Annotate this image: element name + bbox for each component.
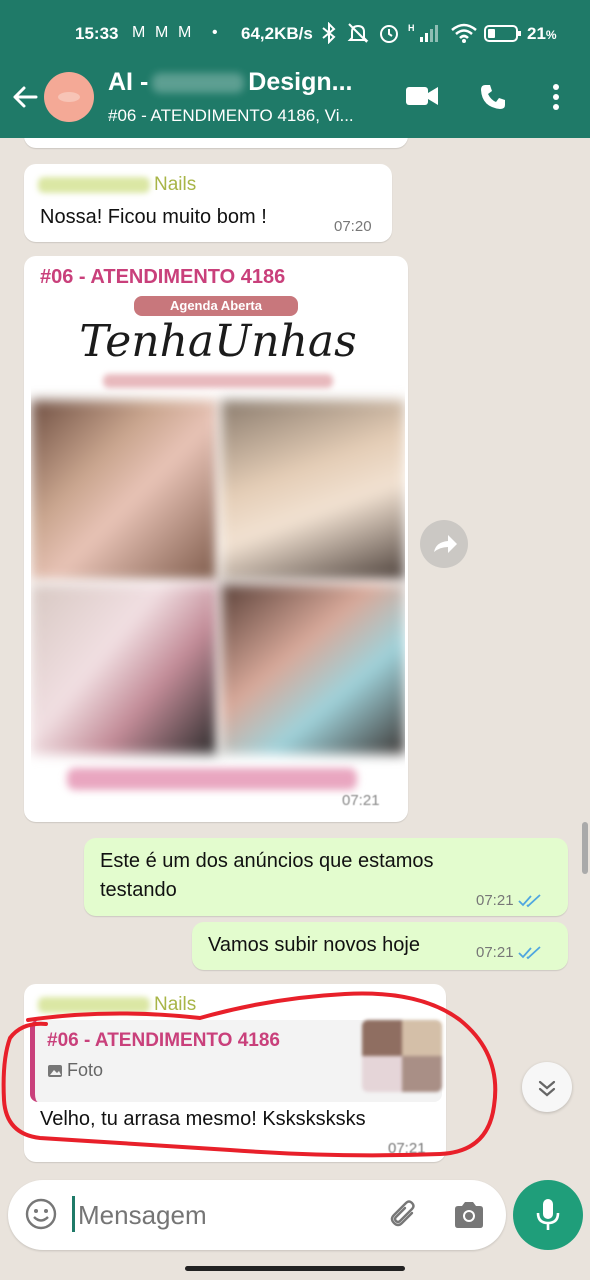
- more-vert-icon[interactable]: [548, 82, 564, 112]
- message-time: 07:21: [476, 944, 542, 961]
- message-text: Este é um dos anúncios que estamos: [100, 850, 434, 872]
- nail-photo: [221, 584, 405, 754]
- message-bubble[interactable]: Vamos subir novos hoje 07:21: [192, 922, 568, 970]
- message-composer: [8, 1180, 506, 1250]
- nail-photo: [31, 400, 217, 580]
- message-bubble[interactable]: #06 - ATENDIMENTO 4186 Agenda Aberta Ten…: [24, 256, 408, 822]
- video-call-icon[interactable]: [404, 82, 440, 110]
- bluetooth-icon: [322, 22, 336, 44]
- notification-dot: •: [212, 24, 218, 41]
- double-check-icon: [517, 946, 541, 960]
- back-arrow-icon[interactable]: [10, 82, 40, 112]
- quoted-message[interactable]: #06 - ATENDIMENTO 4186 Foto: [30, 1020, 442, 1102]
- emoji-icon[interactable]: [24, 1197, 58, 1231]
- status-bar: 15:33 M M M • 64,2KB/s H 21%: [0, 22, 590, 48]
- quoted-thumbnail: [362, 1020, 442, 1092]
- brand-tagline: [103, 374, 333, 388]
- quoted-title: #06 - ATENDIMENTO 4186: [47, 1030, 281, 1051]
- chat-title[interactable]: AI - Design...: [108, 68, 352, 97]
- message-sender: Nails: [38, 174, 196, 196]
- message-time: 07:20: [334, 218, 372, 235]
- double-check-icon: [517, 894, 541, 908]
- camera-icon[interactable]: [452, 1198, 486, 1232]
- nail-photo: [221, 400, 405, 580]
- wifi-icon: [451, 23, 477, 43]
- signal-icon: H: [408, 23, 438, 42]
- avatar[interactable]: [44, 72, 94, 122]
- message-text: Velho, tu arrasa mesmo! Ksksksksks: [40, 1108, 366, 1130]
- mute-icon: [347, 23, 369, 43]
- message-time: 07:21: [388, 1140, 426, 1157]
- message-input[interactable]: [78, 1200, 378, 1231]
- message-time: 07:21: [476, 892, 542, 909]
- mic-icon: [536, 1199, 560, 1230]
- text-caret: [72, 1196, 75, 1232]
- network-speed: 64,2KB/s: [241, 24, 313, 43]
- attach-icon[interactable]: [388, 1198, 422, 1232]
- svg-text:H: H: [408, 23, 415, 33]
- nail-photo: [31, 584, 217, 754]
- redacted-name: [152, 73, 245, 94]
- battery-percent: 21%: [527, 24, 557, 43]
- status-time: 15:33: [75, 24, 119, 43]
- quoted-type: Foto: [47, 1060, 103, 1081]
- message-bubble[interactable]: Este é um dos anúncios que estamos testa…: [84, 838, 568, 916]
- message-list[interactable]: Nails Nossa! Ficou muito bom ! 07:20 #06…: [0, 138, 590, 1178]
- alarm-icon: [380, 25, 398, 43]
- brand-logo: TenhaUnhas: [79, 316, 357, 367]
- forward-icon: [434, 535, 457, 553]
- forward-button[interactable]: [420, 520, 468, 568]
- mic-button[interactable]: [513, 1180, 583, 1250]
- scroll-down-button[interactable]: [522, 1062, 572, 1112]
- message-text: testando: [100, 879, 177, 901]
- message-bubble[interactable]: Nails Nossa! Ficou muito bom ! 07:20: [24, 164, 392, 242]
- image-icon: [48, 1065, 62, 1078]
- message-time: 07:21: [342, 792, 380, 809]
- message-text: Vamos subir novos hoje: [208, 934, 420, 956]
- message-sender: Nails: [38, 994, 196, 1016]
- scrollbar[interactable]: [582, 822, 588, 874]
- message-text: Nossa! Ficou muito bom !: [40, 206, 267, 228]
- message-bubble[interactable]: Nails #06 - ATENDIMENTO 4186 Foto Velho,…: [24, 984, 446, 1162]
- agenda-badge: Agenda Aberta: [134, 296, 298, 316]
- notification-icon: M: [155, 24, 169, 41]
- app-bar: AI - Design... #06 - ATENDIMENTO 4186, Vi…: [0, 60, 590, 134]
- chat-subtitle[interactable]: #06 - ATENDIMENTO 4186, Vi...: [108, 106, 354, 126]
- ad-heading: #06 - ATENDIMENTO 4186: [40, 266, 286, 288]
- notification-icon: M: [132, 24, 146, 41]
- ad-footer: [67, 768, 357, 790]
- battery-icon: [484, 25, 521, 42]
- phone-icon[interactable]: [478, 82, 508, 112]
- ad-image[interactable]: Agenda Aberta TenhaUnhas: [31, 296, 405, 804]
- chat-header: 15:33 M M M • 64,2KB/s H 21% AI - Design.…: [0, 0, 590, 138]
- notification-icon: M: [178, 24, 192, 41]
- message-bubble[interactable]: [24, 138, 408, 148]
- chevron-down-icon: [538, 1080, 556, 1097]
- home-indicator[interactable]: [185, 1266, 405, 1271]
